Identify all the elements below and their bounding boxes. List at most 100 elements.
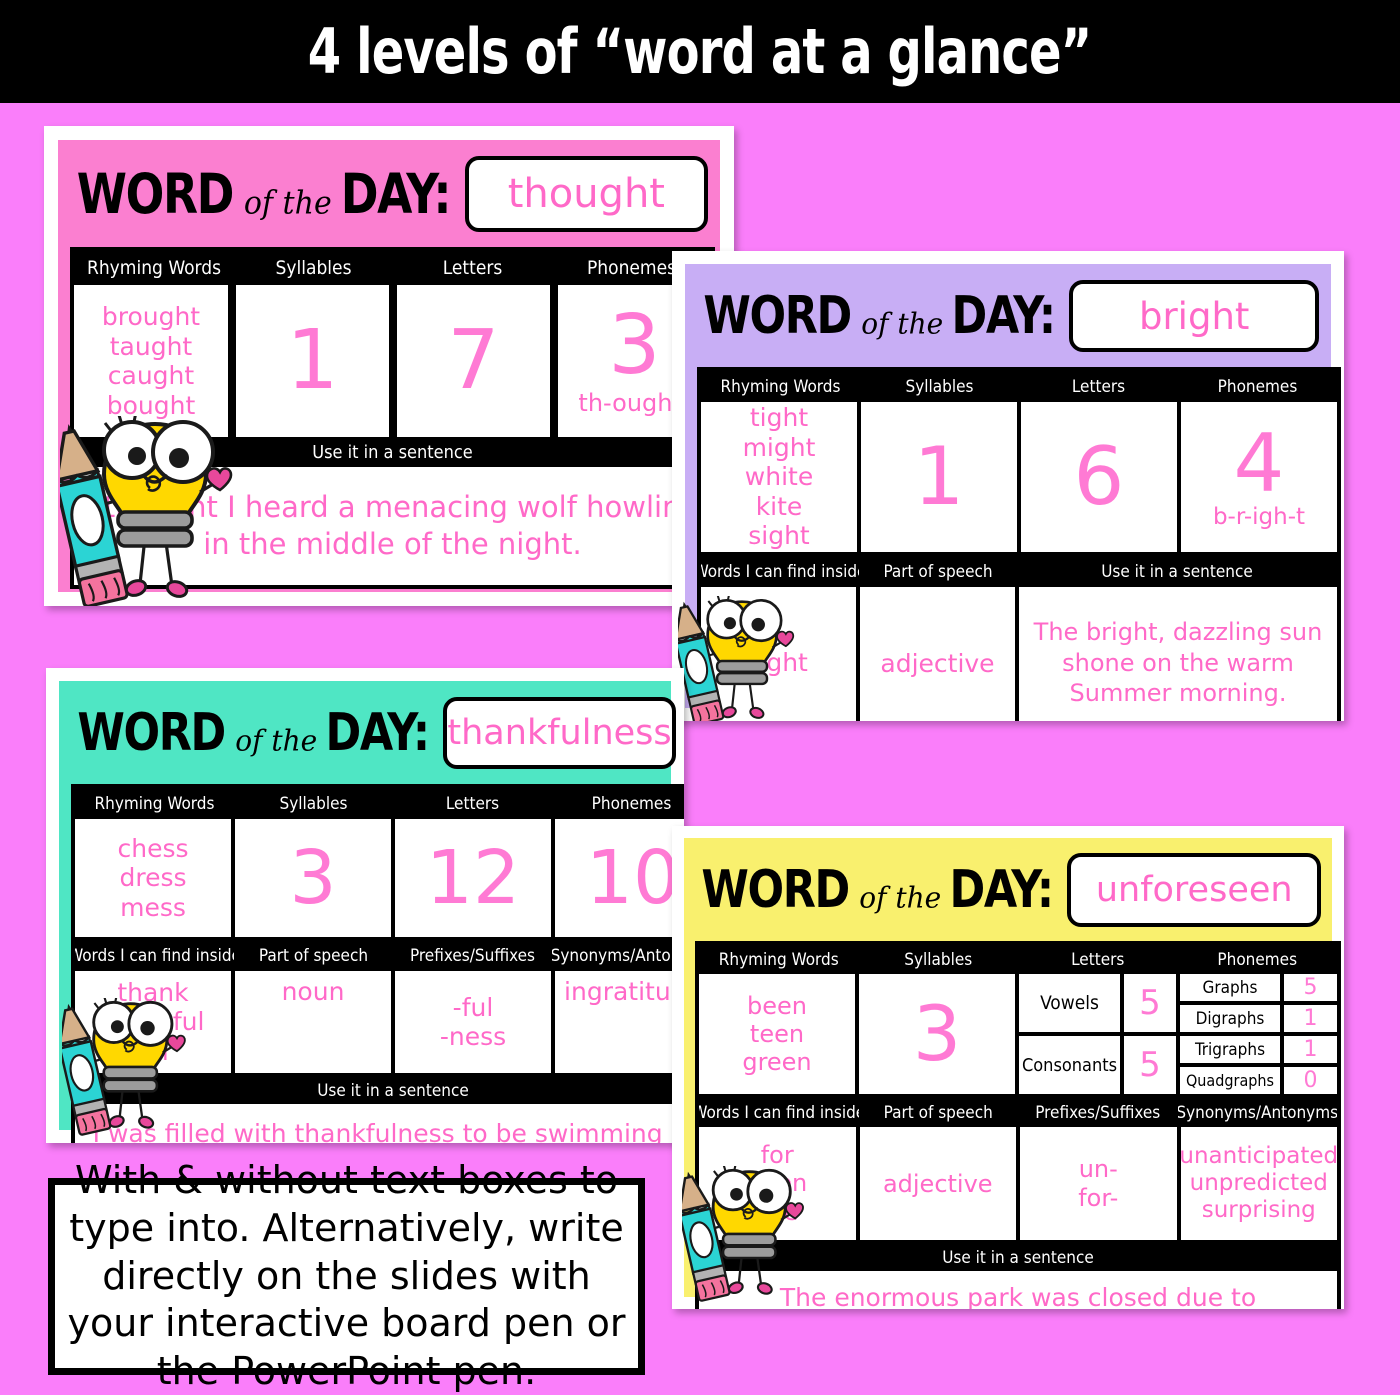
cell-phonemes-2[interactable]: 4 b-r-igh-t bbox=[1181, 402, 1337, 552]
word-card-thought[interactable]: WORD of the DAY: thought Rhyming Words S… bbox=[44, 126, 734, 606]
cell-vowels-label-4: Vowels bbox=[1019, 974, 1120, 1032]
col-letters-1: Letters bbox=[442, 257, 503, 279]
cell-trigraphs-label-4: Trigraphs bbox=[1180, 1036, 1280, 1063]
col-phonemes-4: Phonemes bbox=[1217, 949, 1298, 970]
wotd-label-1: WORD of the DAY: bbox=[70, 162, 455, 226]
syllables-value-1: 1 bbox=[286, 313, 339, 408]
rhyming-list-4: been teen green bbox=[742, 991, 812, 1077]
cell-trigraphs-count-4[interactable]: 1 bbox=[1284, 1036, 1337, 1063]
cell-digraphs-label-4: Digraphs bbox=[1180, 1005, 1280, 1032]
cell-sentence-1[interactable]: I thought I heard a menacing wolf howlin… bbox=[74, 467, 711, 585]
col-prefixes-4: Prefixes/Suffixes bbox=[1035, 1102, 1161, 1123]
digraphs-count-4: 1 bbox=[1303, 1005, 1318, 1031]
trigraphs-count-4: 1 bbox=[1303, 1036, 1318, 1062]
cell-pos-2[interactable]: adjective bbox=[859, 587, 1015, 721]
wotd-label-3: WORD of the DAY: bbox=[71, 703, 433, 763]
word-input-box-3[interactable]: thankfulness bbox=[443, 697, 676, 769]
quadgraphs-count-4: 0 bbox=[1303, 1067, 1318, 1093]
col-inside-2: Words I can find inside bbox=[701, 561, 860, 582]
syllables-value-3: 3 bbox=[289, 835, 337, 921]
cell-consonants-count-4[interactable]: 5 bbox=[1124, 1036, 1176, 1094]
word-card-bright[interactable]: WORD of the DAY: bright Rhyming Words Sy… bbox=[672, 251, 1344, 721]
cell-prefixes-3[interactable]: -ful -ness bbox=[395, 971, 551, 1073]
consonants-count-4: 5 bbox=[1139, 1045, 1161, 1085]
cell-graphs-label-4: Graphs bbox=[1180, 974, 1280, 1001]
word-input-box-1[interactable]: thought bbox=[464, 156, 708, 232]
col-prefixes-3: Prefixes/Suffixes bbox=[409, 946, 536, 966]
cell-sentence-2[interactable]: The bright, dazzling sun shone on the wa… bbox=[1018, 587, 1338, 721]
word-value-3: thankfulness bbox=[447, 713, 672, 753]
cell-syllables-4[interactable]: 3 bbox=[859, 974, 1015, 1094]
sentence-text-3: I was filled with thankfulness to be swi… bbox=[92, 1119, 684, 1143]
cell-graphs-count-4[interactable]: 5 bbox=[1284, 974, 1337, 1001]
sentence-text-2: The bright, dazzling sun shone on the wa… bbox=[1033, 617, 1323, 708]
cell-synonyms-4[interactable]: unanticipated unpredicted surprising bbox=[1180, 1127, 1337, 1240]
cell-inside-4[interactable]: for Seen see bbox=[699, 1127, 856, 1240]
vowels-count-4: 5 bbox=[1139, 983, 1161, 1023]
word-card-thankfulness[interactable]: WORD of the DAY: thankfulness Rhyming Wo… bbox=[46, 668, 684, 1143]
cell-sentence-4[interactable]: The enormous park was closed due to unfo… bbox=[699, 1271, 1337, 1309]
cell-rhyming-3[interactable]: chess dress mess bbox=[75, 819, 231, 937]
info-note-text: With & without text boxes to type into. … bbox=[67, 1157, 626, 1394]
consonants-label-4: Consonants bbox=[1021, 1054, 1118, 1076]
wotd-label-2: WORD of the DAY: bbox=[697, 286, 1059, 346]
band-sentence-3: Use it in a sentence bbox=[75, 1077, 684, 1104]
synonyms-list-3: ingratitude bbox=[564, 977, 684, 1006]
digraphs-label-4: Digraphs bbox=[1195, 1008, 1265, 1029]
word-card-unforeseen[interactable]: WORD of the DAY: unforeseen Rhyming Word… bbox=[672, 826, 1344, 1309]
col-synonyms-4: Synonyms/Antonyms bbox=[1177, 1102, 1338, 1123]
word-input-box-2[interactable]: bright bbox=[1069, 280, 1319, 352]
col-syllables-3: Syllables bbox=[279, 793, 348, 814]
col-letters-4: Letters bbox=[1071, 949, 1125, 970]
prefixes-list-3: -ful -ness bbox=[439, 992, 507, 1052]
cell-sentence-3[interactable]: I was filled with thankfulness to be swi… bbox=[75, 1104, 684, 1143]
pos-value-2: adjective bbox=[880, 648, 995, 678]
sentence-text-1: I thought I heard a menacing wolf howlin… bbox=[86, 489, 699, 561]
col-phonemes-3: Phonemes bbox=[591, 793, 672, 814]
cell-syllables-3[interactable]: 3 bbox=[235, 819, 391, 937]
cell-quadgraphs-label-4: Quadgraphs bbox=[1180, 1067, 1280, 1094]
cell-vowels-count-4[interactable]: 5 bbox=[1124, 974, 1176, 1032]
band-sentence-4: Use it in a sentence bbox=[699, 1244, 1337, 1271]
pos-value-3: noun bbox=[281, 977, 345, 1006]
letters-value-1: 7 bbox=[447, 313, 500, 408]
cell-synonyms-3[interactable]: ingratitude bbox=[555, 971, 684, 1073]
phonemes-value-2: 4 bbox=[1233, 417, 1285, 510]
col-syllables-2: Syllables bbox=[905, 376, 974, 397]
page-title: 4 levels of “word at a glance” bbox=[308, 15, 1092, 88]
band-sentence-1: Use it in a sentence bbox=[74, 437, 711, 467]
cell-digraphs-count-4[interactable]: 1 bbox=[1284, 1005, 1337, 1032]
cell-letters-1[interactable]: 7 bbox=[396, 285, 550, 437]
label-word: WORD bbox=[77, 703, 226, 763]
cell-pos-4[interactable]: adjective bbox=[859, 1127, 1016, 1240]
cell-syllables-1[interactable]: 1 bbox=[235, 285, 389, 437]
cell-inside-2[interactable]: right bbox=[701, 587, 856, 721]
label-of-the: of the bbox=[243, 185, 332, 222]
col-phonemes-2: Phonemes bbox=[1217, 376, 1298, 397]
word-input-box-4[interactable]: unforeseen bbox=[1067, 853, 1321, 927]
col-rhyming-1: Rhyming Words bbox=[86, 257, 222, 279]
cell-phonemes-3[interactable]: 10 bbox=[555, 819, 684, 937]
info-note-box: With & without text boxes to type into. … bbox=[48, 1158, 645, 1393]
inside-list-3: thank thankful an bbox=[101, 977, 205, 1066]
cell-rhyming-4[interactable]: been teen green bbox=[699, 974, 855, 1094]
cell-inside-3[interactable]: thank thankful an bbox=[75, 971, 231, 1073]
cell-rhyming-2[interactable]: tight might white kite sight bbox=[701, 402, 857, 552]
cell-quadgraphs-count-4[interactable]: 0 bbox=[1284, 1067, 1337, 1094]
cell-syllables-2[interactable]: 1 bbox=[861, 402, 1017, 552]
label-of-the: of the bbox=[235, 723, 318, 758]
col-rhyming-2: Rhyming Words bbox=[720, 376, 841, 397]
letters-value-3: 12 bbox=[425, 835, 521, 921]
syllables-value-2: 1 bbox=[913, 430, 965, 523]
cell-rhyming-1[interactable]: brought taught caught bought bbox=[74, 285, 228, 437]
cell-pos-3[interactable]: noun bbox=[235, 971, 391, 1073]
phonemes-value-1: 3 bbox=[608, 298, 661, 393]
cell-letters-2[interactable]: 6 bbox=[1021, 402, 1177, 552]
cell-letters-3[interactable]: 12 bbox=[395, 819, 551, 937]
syllables-value-4: 3 bbox=[912, 989, 962, 1078]
graphs-label-4: Graphs bbox=[1202, 977, 1258, 998]
word-value-2: bright bbox=[1138, 294, 1250, 338]
inside-list-4: for Seen see bbox=[747, 1141, 808, 1226]
col-pos-4: Part of speech bbox=[883, 1102, 993, 1123]
cell-prefixes-4[interactable]: un- for- bbox=[1020, 1127, 1177, 1240]
